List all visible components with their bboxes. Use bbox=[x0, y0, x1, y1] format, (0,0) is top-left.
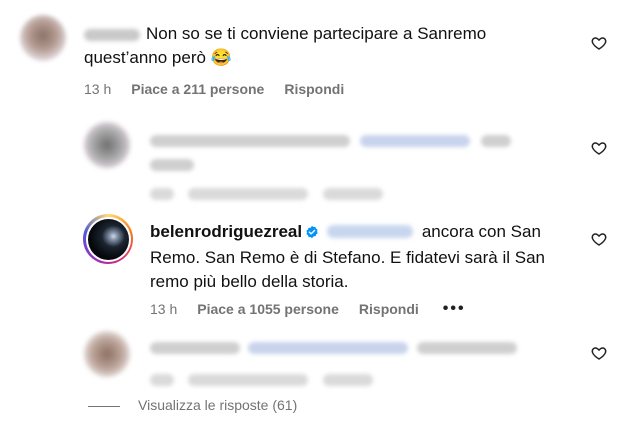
blurred-text-line-1 bbox=[150, 132, 511, 150]
verified-badge-icon bbox=[305, 222, 319, 246]
comment-2-blurred bbox=[0, 110, 624, 210]
heart-icon[interactable] bbox=[591, 231, 607, 247]
comment-4-blurred bbox=[0, 325, 624, 390]
heart-icon[interactable] bbox=[591, 35, 607, 51]
comment-meta: 13 h Piace a 1055 persone Rispondi ••• bbox=[150, 300, 486, 318]
avatar[interactable] bbox=[84, 122, 130, 168]
likes-count[interactable]: Piace a 1055 persone bbox=[197, 301, 339, 317]
comment-text: belenrodriguezreal ancora con San Remo. … bbox=[150, 220, 560, 294]
heart-icon[interactable] bbox=[591, 140, 607, 156]
replies-divider bbox=[88, 406, 120, 407]
comment-meta: 13 h Piace a 211 persone Rispondi bbox=[84, 81, 364, 97]
comment-body: Non so se ti conviene partecipare a Sanr… bbox=[84, 24, 487, 67]
avatar[interactable] bbox=[20, 15, 66, 61]
blurred-text-line-2 bbox=[150, 156, 194, 174]
heart-icon[interactable] bbox=[591, 345, 607, 361]
reply-button[interactable]: Rispondi bbox=[284, 81, 344, 97]
view-replies-button[interactable]: Visualizza le risposte (61) bbox=[138, 397, 297, 413]
mention-blurred[interactable] bbox=[327, 225, 414, 238]
avatar[interactable] bbox=[83, 214, 133, 264]
more-options-icon[interactable]: ••• bbox=[443, 300, 466, 318]
comment-text: Non so se ti conviene partecipare a Sanr… bbox=[84, 22, 564, 70]
username[interactable]: belenrodriguezreal bbox=[150, 222, 302, 241]
reply-button[interactable]: Rispondi bbox=[359, 301, 419, 317]
timestamp: 13 h bbox=[84, 81, 112, 97]
comment-1: Non so se ti conviene partecipare a Sanr… bbox=[0, 0, 624, 110]
blurred-text-line bbox=[150, 339, 517, 357]
avatar[interactable] bbox=[84, 331, 130, 377]
comment-3: belenrodriguezreal ancora con San Remo. … bbox=[0, 210, 624, 325]
likes-count[interactable]: Piace a 211 persone bbox=[131, 81, 264, 97]
blurred-meta bbox=[150, 371, 373, 389]
blurred-meta bbox=[150, 185, 383, 203]
timestamp: 13 h bbox=[150, 301, 178, 317]
username-blurred[interactable] bbox=[84, 28, 140, 41]
